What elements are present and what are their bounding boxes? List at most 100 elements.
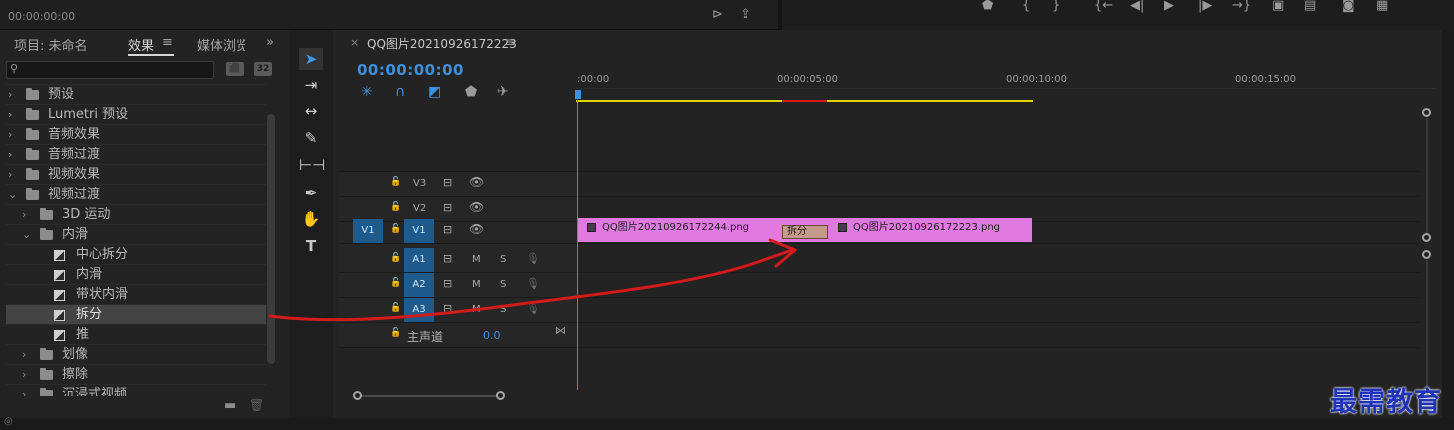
eye-icon[interactable]: 👁 bbox=[469, 175, 484, 189]
video-scroll-top-knob[interactable] bbox=[1422, 108, 1431, 117]
type-tool-icon[interactable]: T bbox=[299, 235, 323, 257]
effects-scrollbar[interactable] bbox=[267, 114, 275, 364]
extract-icon[interactable]: ▤ bbox=[1304, 0, 1316, 13]
mute-button[interactable]: M bbox=[472, 279, 481, 290]
pen-tool-icon[interactable]: ✒ bbox=[299, 182, 323, 204]
chevron-right-icon[interactable]: › bbox=[22, 345, 32, 365]
folder-item[interactable]: › 预设 bbox=[6, 84, 266, 104]
folder-item[interactable]: › 视频效果 bbox=[6, 164, 266, 184]
step-back-icon[interactable]: ◀| bbox=[1130, 0, 1144, 13]
out-point-icon[interactable]: } bbox=[1052, 0, 1060, 13]
button-editor-icon[interactable]: ▦ bbox=[1376, 0, 1388, 13]
chevron-right-icon[interactable]: › bbox=[8, 145, 18, 165]
chevron-right-icon[interactable]: › bbox=[8, 165, 18, 185]
hand-tool-icon[interactable]: ✋ bbox=[299, 208, 323, 230]
tab-media-browser[interactable]: 媒体浏览 bbox=[197, 35, 245, 54]
transition-split[interactable]: 拆分 bbox=[782, 225, 828, 239]
mic-icon[interactable]: 🎙 bbox=[526, 252, 540, 265]
settings-wrench-icon[interactable]: ✈ bbox=[497, 84, 509, 100]
outer-scrollbar[interactable] bbox=[1442, 30, 1454, 418]
mic-icon[interactable]: 🎙 bbox=[526, 302, 540, 315]
linked-selection-icon[interactable]: ◩ bbox=[428, 84, 441, 100]
clip-2[interactable]: QQ图片20210926172223.png bbox=[828, 218, 1032, 242]
lock-icon[interactable]: 🔓 bbox=[390, 224, 401, 234]
effect-item[interactable]: 中心拆分 bbox=[6, 244, 266, 264]
overflow-icon[interactable]: » bbox=[266, 35, 274, 50]
go-to-in-icon[interactable]: {← bbox=[1094, 0, 1113, 13]
sync-lock-icon[interactable]: ⊟ bbox=[443, 176, 452, 189]
close-icon[interactable]: × bbox=[350, 36, 359, 49]
new-bin-icon[interactable]: ▬ bbox=[224, 398, 236, 413]
track-target-a1[interactable]: A1 bbox=[404, 248, 434, 272]
track-label[interactable]: V3 bbox=[413, 178, 426, 189]
slip-tool-icon[interactable]: ⊢⊣ bbox=[299, 154, 325, 176]
mic-icon[interactable]: 🎙 bbox=[526, 277, 540, 290]
master-volume-value[interactable]: 0.0 bbox=[483, 329, 501, 342]
chevron-down-icon[interactable]: ⌄ bbox=[8, 185, 18, 205]
lock-icon[interactable]: 🔓 bbox=[390, 177, 401, 187]
track-target-a2[interactable]: A2 bbox=[404, 273, 434, 297]
go-to-out-icon[interactable]: →} bbox=[1232, 0, 1251, 13]
folder-item[interactable]: › 音频效果 bbox=[6, 124, 266, 144]
solo-button[interactable]: S bbox=[500, 304, 506, 315]
folder-item[interactable]: ⌄ 视频过渡 bbox=[6, 184, 266, 204]
export-icon[interactable]: ⇪ bbox=[740, 7, 751, 22]
folder-item[interactable]: ⌄ 内滑 bbox=[6, 224, 266, 244]
lock-icon[interactable]: 🔓 bbox=[390, 253, 401, 263]
in-point-icon[interactable]: { bbox=[1022, 0, 1030, 13]
tab-project[interactable]: 项目: 未命名 bbox=[14, 35, 88, 54]
sync-lock-icon[interactable]: ⊟ bbox=[443, 302, 452, 315]
track-label[interactable]: V2 bbox=[413, 203, 426, 214]
32bit-effects-icon[interactable]: 32 bbox=[254, 62, 272, 76]
tab-effects[interactable]: 效果 bbox=[128, 35, 154, 54]
ripple-edit-tool-icon[interactable]: ↔ bbox=[299, 100, 323, 122]
chevron-down-icon[interactable]: ⌄ bbox=[22, 225, 32, 245]
snap-icon[interactable]: ∩ bbox=[395, 84, 405, 100]
mute-button[interactable]: M bbox=[472, 304, 481, 315]
selection-tool-icon[interactable]: ➤ bbox=[299, 48, 323, 70]
folder-item[interactable]: › 划像 bbox=[6, 344, 266, 364]
panel-menu-icon[interactable]: ≡ bbox=[162, 35, 173, 50]
effect-item[interactable]: 内滑 bbox=[6, 264, 266, 284]
sync-lock-icon[interactable]: ⊟ bbox=[443, 252, 452, 265]
video-scrollbar[interactable] bbox=[1426, 118, 1428, 236]
folder-item[interactable]: › 音频过渡 bbox=[6, 144, 266, 164]
marker-icon[interactable]: ⬟ bbox=[982, 0, 993, 13]
lock-icon[interactable]: 🔓 bbox=[390, 202, 401, 212]
eye-icon[interactable]: 👁 bbox=[469, 200, 484, 214]
step-forward-icon[interactable]: |▶ bbox=[1198, 0, 1212, 13]
accelerated-effects-icon[interactable]: ⬛ bbox=[226, 62, 244, 76]
video-scroll-bottom-knob[interactable] bbox=[1422, 233, 1431, 242]
sync-lock-icon[interactable]: ⊟ bbox=[443, 223, 452, 236]
effect-item[interactable]: 带状内滑 bbox=[6, 284, 266, 304]
delete-icon[interactable]: 🗑 bbox=[249, 398, 264, 412]
timeline-hscrollbar[interactable] bbox=[359, 395, 499, 397]
effects-search-input[interactable]: ⚲ bbox=[6, 61, 214, 79]
folder-item[interactable]: › 沉浸式视频 bbox=[6, 384, 266, 396]
audio-scroll-top-knob[interactable] bbox=[1422, 250, 1431, 259]
lock-icon[interactable]: 🔓 bbox=[390, 328, 401, 338]
chevron-right-icon[interactable]: › bbox=[8, 125, 18, 145]
source-timecode[interactable]: 00:00:00:00 bbox=[8, 10, 75, 23]
play-icon[interactable]: ▶ bbox=[1164, 0, 1174, 13]
mute-button[interactable]: M bbox=[472, 254, 481, 265]
solo-button[interactable]: S bbox=[500, 254, 506, 265]
playhead-handle[interactable] bbox=[575, 90, 581, 99]
export-frame-icon[interactable]: ◙ bbox=[1342, 0, 1355, 13]
lift-icon[interactable]: ▣ bbox=[1272, 0, 1284, 13]
playhead-timecode[interactable]: 00:00:00:00 bbox=[357, 61, 464, 79]
source-patch-v1[interactable]: V1 bbox=[353, 219, 383, 243]
zoom-left-knob[interactable] bbox=[353, 391, 362, 400]
track-target-v1[interactable]: V1 bbox=[404, 219, 434, 243]
audio-only-icon[interactable]: ⊳ bbox=[712, 7, 723, 22]
sequence-menu-icon[interactable]: ≡ bbox=[505, 35, 515, 49]
chevron-right-icon[interactable]: › bbox=[8, 85, 18, 105]
track-select-tool-icon[interactable]: ⇥ bbox=[299, 74, 323, 96]
effect-item[interactable]: 推 bbox=[6, 324, 266, 344]
solo-button[interactable]: S bbox=[500, 279, 506, 290]
sync-lock-icon[interactable]: ⊟ bbox=[443, 277, 452, 290]
sync-lock-icon[interactable]: ⊟ bbox=[443, 201, 452, 214]
lock-icon[interactable]: 🔓 bbox=[390, 278, 401, 288]
chevron-right-icon[interactable]: › bbox=[22, 205, 32, 225]
add-marker-icon[interactable]: ⬟ bbox=[465, 84, 477, 100]
